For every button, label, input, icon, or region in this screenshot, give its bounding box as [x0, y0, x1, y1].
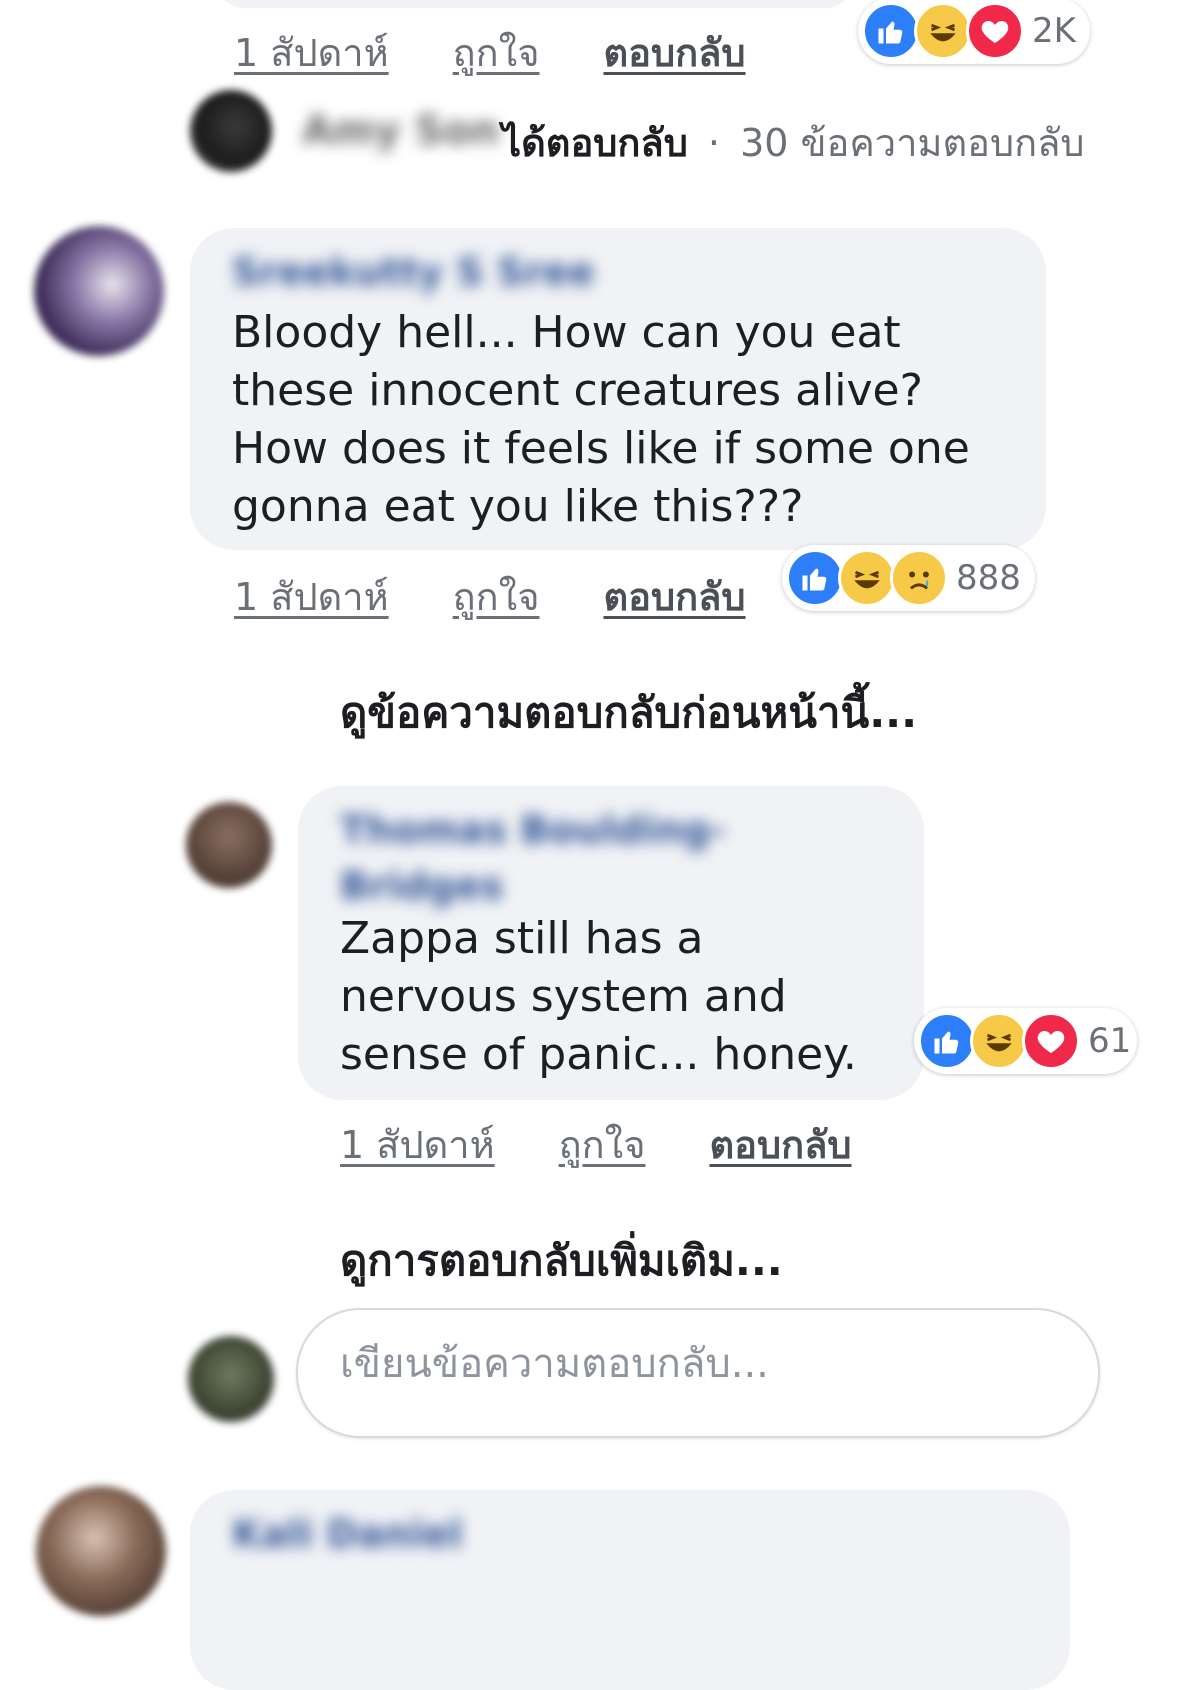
comment-text-line: Bloody hell... How can you eat [232, 307, 901, 358]
comment-bubble: Sreekutty S Sree Bloody hell... How can … [190, 228, 1046, 550]
reply-text-line: nervous system and [340, 971, 787, 1022]
haha-icon [970, 1012, 1028, 1070]
reactions-summary[interactable]: 61 [914, 1008, 1138, 1074]
reactions-summary[interactable]: 888 [782, 545, 1035, 611]
like-icon [786, 549, 844, 607]
reply-link[interactable]: ตอบกลับ [603, 22, 745, 83]
love-icon [966, 2, 1024, 60]
reaction-count: 61 [1088, 1021, 1132, 1061]
comment-time-link[interactable]: 1 สัปดาห์ [234, 566, 389, 627]
reply-link[interactable]: ตอบกลับ [603, 566, 745, 627]
comment-time-link[interactable]: 1 สัปดาห์ [340, 1114, 495, 1175]
see-more-replies-link[interactable]: ดูการตอบกลับเพิ่มเติม... [340, 1228, 783, 1294]
reply-count: 30 ข้อความตอบกลับ [740, 121, 1085, 165]
avatar[interactable] [186, 802, 272, 888]
avatar[interactable] [36, 1486, 166, 1616]
comment-bubble: Kali Daniel [190, 1490, 1070, 1690]
reply-summary[interactable]: ได้ตอบกลับ · 30 ข้อความตอบกลับ [502, 112, 1085, 173]
comment-text-line: gonna eat you like this??? [232, 481, 804, 532]
comment-text-line: these innocent creatures alive? [232, 365, 923, 416]
like-link[interactable]: ถูกใจ [453, 22, 540, 83]
reply-author[interactable]: Thomas Boulding- [340, 808, 726, 852]
reaction-count: 2K [1032, 11, 1076, 51]
reply-bubble: Thomas Boulding- Bridges Zappa still has… [298, 786, 924, 1100]
avatar[interactable] [34, 226, 164, 356]
replied-label: ได้ตอบกลับ [502, 121, 688, 165]
like-icon [862, 2, 920, 60]
top-comment-actions: 1 สัปดาห์ ถูกใจ ตอบกลับ [234, 22, 746, 83]
reply-actions: 1 สัปดาห์ ถูกใจ ตอบกลับ [340, 1114, 852, 1175]
avatar[interactable] [188, 1336, 274, 1422]
haha-icon [838, 549, 896, 607]
love-icon [1022, 1012, 1080, 1070]
comment-author[interactable]: Kali Daniel [232, 1512, 462, 1556]
reply-summary-author[interactable]: Amy Son [302, 108, 499, 154]
haha-icon [914, 2, 972, 60]
comment-author[interactable]: Sreekutty S Sree [232, 250, 595, 294]
like-icon [918, 1012, 976, 1070]
reaction-count: 888 [956, 558, 1021, 598]
reply-link[interactable]: ตอบกลับ [709, 1114, 851, 1175]
like-link[interactable]: ถูกใจ [453, 566, 540, 627]
see-previous-replies-link[interactable]: ดูข้อความตอบกลับก่อนหน้านี้... [340, 680, 917, 746]
comment-time-link[interactable]: 1 สัปดาห์ [234, 22, 389, 83]
avatar[interactable] [190, 90, 272, 172]
reply-text-line: sense of panic... honey. [340, 1029, 857, 1080]
reply-author-continued[interactable]: Bridges [340, 864, 504, 908]
separator: · [707, 121, 721, 165]
reply-input[interactable] [338, 1340, 1042, 1388]
reactions-summary[interactable]: 2K [858, 0, 1090, 64]
comment-actions: 1 สัปดาห์ ถูกใจ ตอบกลับ [234, 566, 746, 627]
sad-icon [890, 549, 948, 607]
reply-text-line: Zappa still has a [340, 913, 704, 964]
like-link[interactable]: ถูกใจ [559, 1114, 646, 1175]
comment-text-line: How does it feels like if some one [232, 423, 970, 474]
previous-comment-bubble-edge [215, 0, 855, 8]
reply-composer[interactable] [296, 1308, 1100, 1438]
